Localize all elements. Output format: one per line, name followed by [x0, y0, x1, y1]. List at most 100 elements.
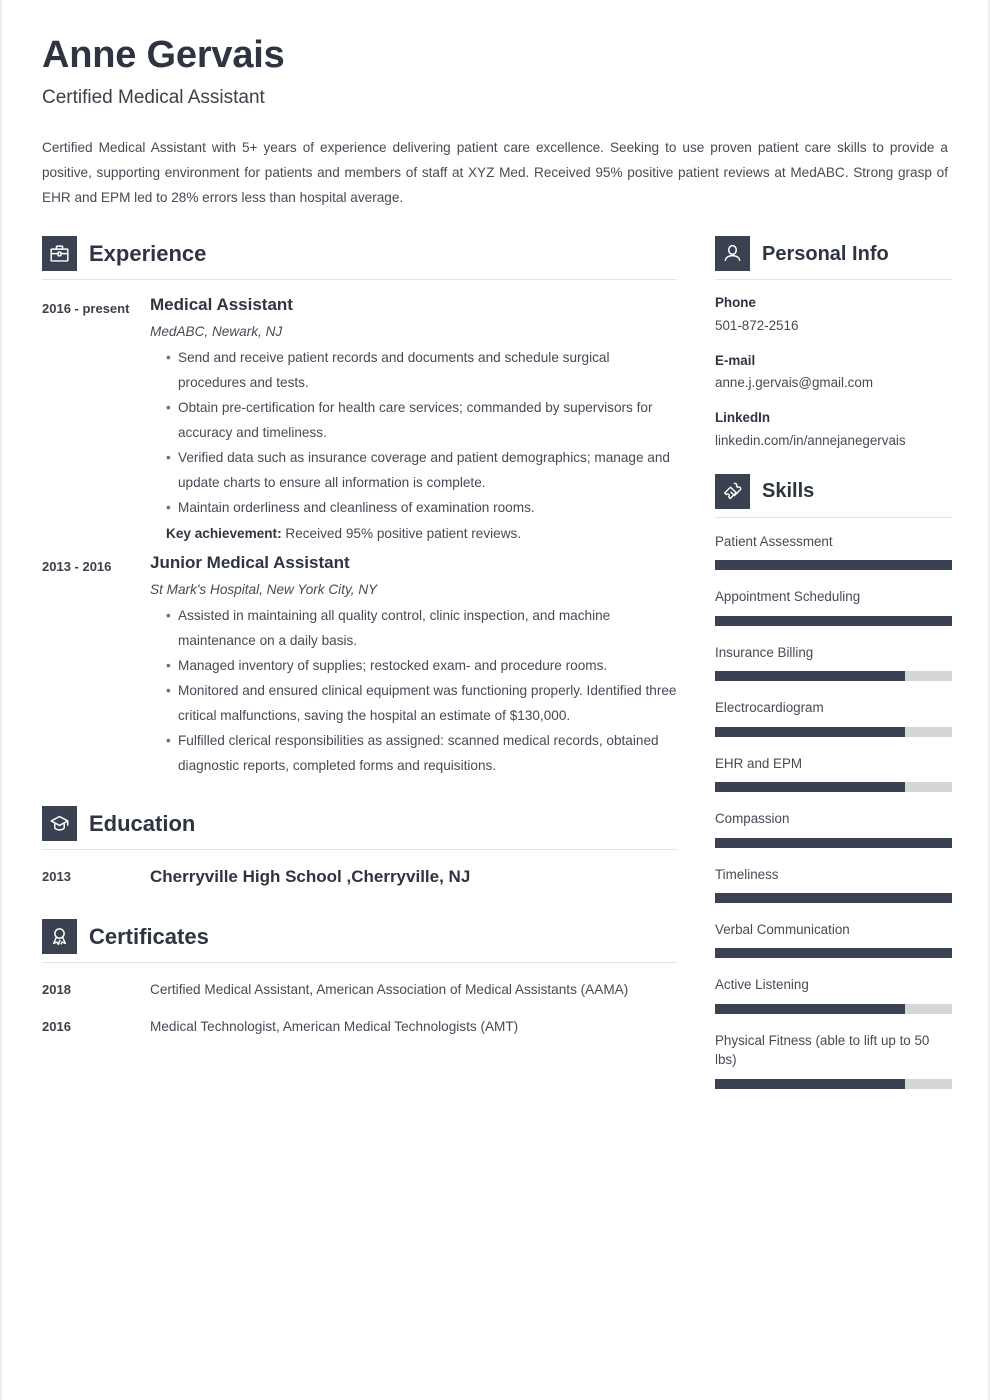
experience-divider [42, 279, 677, 281]
puzzle-piece-icon [715, 473, 750, 509]
skill-bar-fill [715, 782, 905, 793]
phone-label: Phone [715, 295, 756, 311]
experience-entry: 2016 - present Medical Assistant MedABC,… [42, 294, 677, 546]
experience-role: Medical Assistant [150, 295, 293, 315]
education-date: 2013 [42, 869, 71, 885]
skill-bar-track [715, 671, 952, 682]
skill-item: Active Listening [715, 975, 952, 1014]
certificates-heading: Certificates [42, 919, 677, 962]
experience-organization: St Mark's Hospital, New York City, NY [150, 581, 378, 597]
experience-title: Experience [89, 240, 207, 266]
certificate-entry: 2018 Certified Medical Assistant, Americ… [42, 977, 677, 1002]
skill-label: Compassion [715, 811, 790, 827]
section-experience: Experience 2016 - present Medical Assist… [42, 236, 677, 780]
education-heading: Education [42, 806, 677, 849]
experience-bullet-list: Assisted in maintaining all quality cont… [150, 603, 677, 778]
experience-details: Medical Assistant MedABC, Newark, NJ Sen… [150, 294, 677, 546]
skill-bar-track [715, 892, 952, 903]
skill-item: Compassion [715, 809, 952, 848]
professional-summary: Certified Medical Assistant with 5+ year… [42, 140, 948, 206]
experience-bullet: Managed inventory of supplies; restocked… [166, 653, 677, 678]
experience-bullet: Assisted in maintaining all quality cont… [166, 603, 677, 653]
experience-entry: 2013 - 2016 Junior Medical Assistant St … [42, 552, 677, 780]
skill-bar-track [715, 560, 952, 571]
graduation-cap-icon [42, 806, 77, 842]
skill-bar-fill [715, 1003, 905, 1014]
certificate-text: Medical Technologist, American Medical T… [150, 1019, 519, 1035]
award-ribbon-icon [42, 919, 77, 955]
personal-info-title: Personal Info [762, 242, 889, 265]
skill-item: Electrocardiogram [715, 698, 952, 737]
resume-body: Experience 2016 - present Medical Assist… [42, 236, 952, 1105]
skill-bar-fill [715, 892, 952, 903]
briefcase-icon [42, 236, 77, 272]
contact-field: LinkedIn linkedin.com/in/annejanegervais [715, 409, 952, 450]
certificate-entry: 2016 Medical Technologist, American Medi… [42, 1014, 677, 1039]
personal-info-heading: Personal Info [715, 236, 952, 279]
skill-bar-fill [715, 1078, 905, 1089]
experience-date: 2016 - present [42, 301, 130, 317]
candidate-name: Anne Gervais [42, 34, 285, 76]
section-certificates: Certificates 2018 Certified Medical Assi… [42, 919, 677, 1039]
experience-bullet: Verified data such as insurance coverage… [166, 445, 677, 495]
certificates-divider [42, 962, 677, 964]
skills-divider [715, 516, 952, 518]
experience-date: 2013 - 2016 [42, 559, 112, 575]
skill-label: EHR and EPM [715, 755, 803, 771]
skill-item: EHR and EPM [715, 754, 952, 793]
skill-label: Insurance Billing [715, 644, 814, 660]
skill-label: Verbal Communication [715, 921, 850, 937]
education-entry: 2013 Cherryville High School ,Cherryvill… [42, 864, 677, 889]
education-title: Education [89, 810, 196, 836]
sidebar-column: Personal Info Phone 501-872-2516 E-mail … [715, 236, 952, 1105]
phone-value[interactable]: 501-872-2516 [715, 317, 952, 335]
section-skills: Skills Patient Assessment Appointment Sc… [715, 473, 952, 1089]
key-achievement-label: Key achievement: [166, 526, 282, 542]
skill-label: Active Listening [715, 977, 809, 993]
experience-bullet: Maintain orderliness and cleanliness of … [166, 495, 677, 520]
skill-item: Appointment Scheduling [715, 587, 952, 626]
skill-bar-track [715, 1078, 952, 1089]
section-personal-info: Personal Info Phone 501-872-2516 E-mail … [715, 236, 952, 450]
skill-item: Insurance Billing [715, 643, 952, 682]
person-icon [715, 236, 750, 272]
skill-bar-track [715, 615, 952, 626]
skill-label: Timeliness [715, 866, 779, 882]
skill-label: Patient Assessment [715, 533, 833, 549]
certificate-date: 2016 [42, 1019, 71, 1035]
skills-title: Skills [762, 480, 815, 503]
skill-item: Verbal Communication [715, 920, 952, 959]
skill-bar-track [715, 837, 952, 848]
skill-bar-fill [715, 726, 905, 737]
experience-role: Junior Medical Assistant [150, 553, 350, 573]
experience-bullet: Send and receive patient records and doc… [166, 345, 677, 395]
skill-bar-fill [715, 615, 952, 626]
skill-bar-track [715, 782, 952, 793]
education-divider [42, 849, 677, 851]
skill-label: Physical Fitness (able to lift up to 50 … [715, 1032, 930, 1068]
key-achievement-text: Received 95% positive patient reviews. [281, 526, 522, 542]
experience-heading: Experience [42, 236, 677, 279]
candidate-job-title: Certified Medical Assistant [42, 86, 265, 108]
resume-page: Anne Gervais Certified Medical Assistant… [0, 0, 990, 1400]
contact-field: Phone 501-872-2516 [715, 294, 952, 335]
skill-bar-fill [715, 560, 952, 571]
key-achievement: Key achievement: Received 95% positive p… [150, 521, 677, 546]
experience-bullet: Obtain pre-certification for health care… [166, 395, 677, 445]
certificate-text: Certified Medical Assistant, American As… [150, 982, 629, 998]
skill-bar-fill [715, 671, 905, 682]
skills-heading: Skills [715, 473, 952, 517]
experience-bullet: Monitored and ensured clinical equipment… [166, 678, 677, 728]
personal-info-divider [715, 279, 952, 281]
skill-item: Timeliness [715, 865, 952, 903]
linkedin-value[interactable]: linkedin.com/in/annejanegervais [715, 432, 952, 450]
skill-item: Physical Fitness (able to lift up to 50 … [715, 1031, 952, 1089]
linkedin-label: LinkedIn [715, 410, 771, 426]
certificate-date: 2018 [42, 982, 71, 998]
certificates-title: Certificates [89, 923, 209, 949]
experience-bullet: Fulfilled clerical responsibilities as a… [166, 728, 677, 778]
skill-label: Appointment Scheduling [715, 589, 861, 605]
skill-label: Electrocardiogram [715, 700, 824, 716]
email-value[interactable]: anne.j.gervais@gmail.com [715, 374, 952, 392]
experience-details: Junior Medical Assistant St Mark's Hospi… [150, 552, 677, 780]
